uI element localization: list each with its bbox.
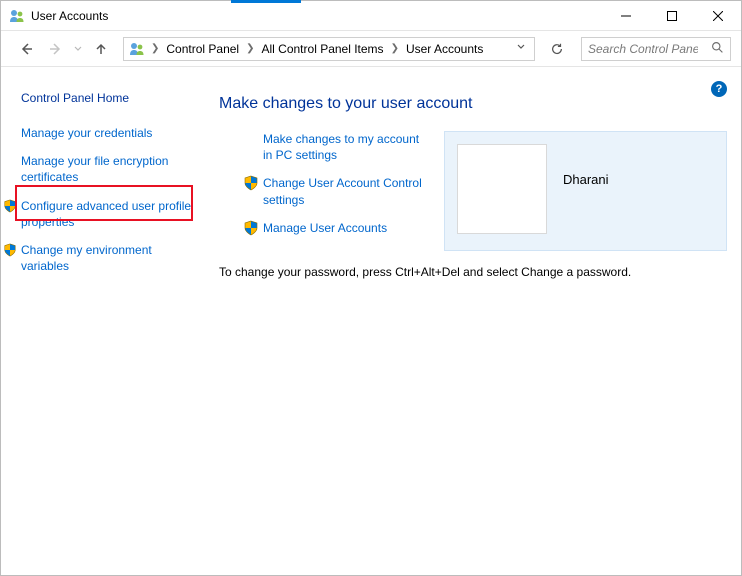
shield-icon [3, 243, 17, 257]
close-button[interactable] [695, 1, 741, 31]
breadcrumb-dropdown[interactable] [512, 43, 530, 54]
maximize-button[interactable] [649, 1, 695, 31]
window-controls [603, 1, 741, 31]
breadcrumb-icon [128, 40, 146, 58]
chevron-right-icon[interactable]: ❯ [390, 43, 400, 54]
page-heading: Make changes to your user account [219, 95, 727, 113]
user-name: Dharani [563, 172, 609, 187]
link-uac-settings[interactable]: Change User Account Control settings [265, 175, 424, 207]
link-pc-settings[interactable]: Make changes to my account in PC setting… [265, 131, 424, 163]
sidebar-link-label: Manage your file encryption certificates [21, 154, 168, 184]
refresh-button[interactable] [543, 37, 571, 61]
back-button[interactable] [15, 37, 39, 61]
chevron-right-icon[interactable]: ❯ [150, 43, 160, 54]
user-accounts-icon [9, 8, 25, 24]
breadcrumb-item[interactable]: Control Panel [162, 42, 243, 56]
sidebar-link-label: Change my environment variables [21, 243, 152, 273]
sidebar-link-env-vars[interactable]: Change my environment variables [21, 242, 201, 274]
content-body: ? Control Panel Home Manage your credent… [1, 67, 741, 575]
titlebar: User Accounts [1, 1, 741, 31]
sidebar-link-credentials[interactable]: Manage your credentials [21, 125, 201, 141]
control-panel-home-link[interactable]: Control Panel Home [21, 91, 201, 105]
link-label: Change User Account Control settings [263, 175, 424, 207]
search-box[interactable] [581, 37, 731, 61]
accent-stripe [231, 0, 301, 3]
help-icon[interactable]: ? [711, 81, 727, 97]
sidebar-link-label: Manage your credentials [21, 126, 152, 140]
breadcrumb-item[interactable]: All Control Panel Items [258, 42, 388, 56]
avatar [457, 144, 547, 234]
sidebar-link-advanced-profile[interactable]: Configure advanced user profile properti… [21, 198, 201, 230]
link-manage-accounts[interactable]: Manage User Accounts [265, 220, 424, 236]
user-card: Dharani [444, 131, 727, 251]
link-label: Make changes to my account in PC setting… [263, 131, 424, 163]
window-title: User Accounts [31, 9, 108, 23]
search-icon[interactable] [711, 41, 724, 57]
account-links: Make changes to my account in PC setting… [219, 131, 424, 251]
up-button[interactable] [89, 37, 113, 61]
breadcrumb-item[interactable]: User Accounts [402, 42, 487, 56]
search-input[interactable] [588, 42, 698, 56]
forward-button[interactable] [43, 37, 67, 61]
sidebar-link-label: Configure advanced user profile properti… [21, 199, 191, 229]
shield-icon [243, 220, 263, 236]
toolbar: ❯ Control Panel ❯ All Control Panel Item… [1, 31, 741, 67]
sidebar: Control Panel Home Manage your credentia… [1, 67, 211, 575]
shield-icon [3, 199, 17, 213]
account-row: Make changes to my account in PC setting… [219, 131, 727, 251]
breadcrumb[interactable]: ❯ Control Panel ❯ All Control Panel Item… [123, 37, 535, 61]
shield-icon [243, 175, 263, 191]
chevron-right-icon[interactable]: ❯ [245, 43, 255, 54]
sidebar-link-encryption[interactable]: Manage your file encryption certificates [21, 153, 201, 185]
recent-locations-button[interactable] [71, 45, 85, 53]
link-label: Manage User Accounts [263, 220, 387, 236]
password-note: To change your password, press Ctrl+Alt+… [219, 265, 727, 279]
main-content: Make changes to your user account Make c… [211, 67, 741, 575]
minimize-button[interactable] [603, 1, 649, 31]
